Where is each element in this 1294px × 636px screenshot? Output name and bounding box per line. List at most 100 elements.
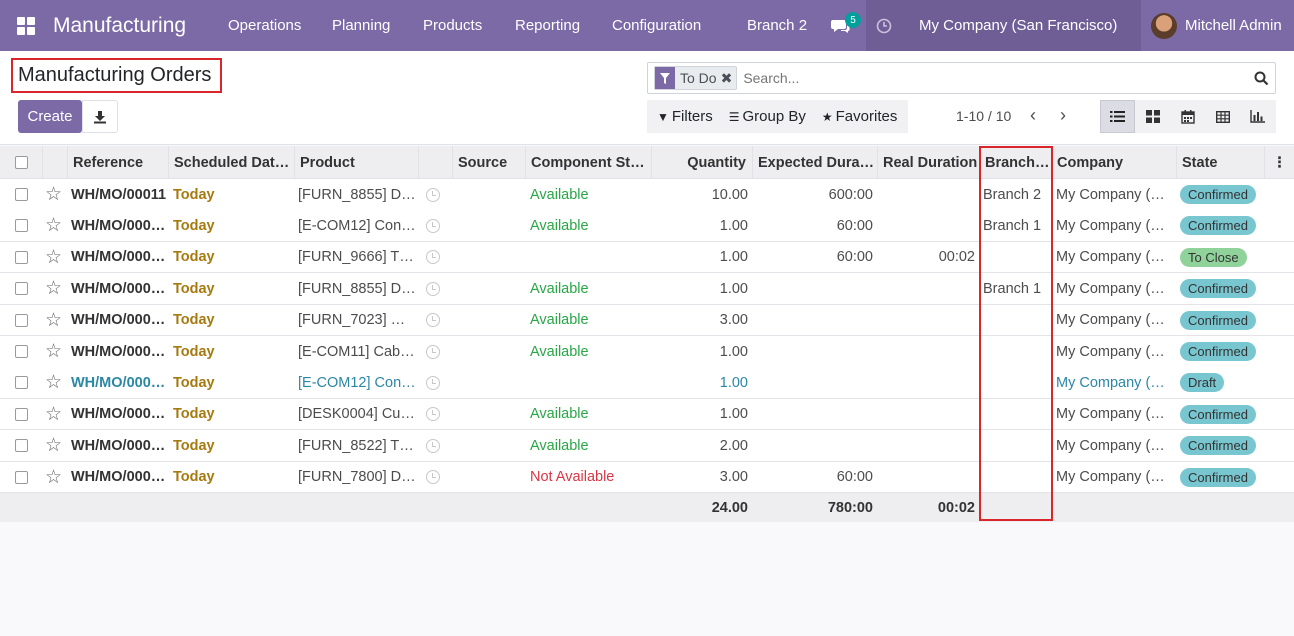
company-switcher[interactable]: My Company (San Francisco) <box>901 0 1141 51</box>
group-by-button[interactable]: ☰ Group By <box>719 108 812 125</box>
row-source <box>457 273 523 304</box>
table-row[interactable]: ☆ WH/MO/000… Today [FURN_8855] D… Available 1… <box>0 273 1294 305</box>
row-scheduled-date: Today <box>173 437 215 454</box>
graph-view-icon[interactable] <box>1240 100 1275 133</box>
activity-clock-icon[interactable] <box>426 210 446 241</box>
favorites-button[interactable]: ★ Favorites <box>812 108 903 125</box>
row-checkbox[interactable] <box>0 367 43 398</box>
table-row[interactable]: ☆ WH/MO/000… Today [E-COM11] Cab… Available 1… <box>0 336 1294 368</box>
filters-button[interactable]: ▼ Filters <box>647 108 719 125</box>
column-real-duration[interactable]: Real Duration <box>878 146 980 179</box>
search-icon[interactable] <box>1247 71 1275 86</box>
list-view-icon[interactable] <box>1100 100 1135 133</box>
menu-configuration[interactable]: Configuration <box>612 0 701 51</box>
star-icon[interactable]: ☆ <box>45 179 67 210</box>
menu-planning[interactable]: Planning <box>332 0 390 51</box>
table-row[interactable]: ☆ WH/MO/000… Today [E-COM12] Con… 1.00 My Com… <box>0 367 1294 399</box>
activity-clock-icon[interactable] <box>426 367 446 398</box>
search-input[interactable] <box>743 70 1247 86</box>
facet-close-icon[interactable]: ✖ <box>721 70 737 87</box>
select-all-checkbox[interactable] <box>0 146 43 179</box>
table-row[interactable]: ☆ WH/MO/00011 Today [FURN_8855] D… Available… <box>0 179 1294 211</box>
pager-value[interactable]: 1-10 / 10 <box>956 108 1011 124</box>
star-icon[interactable]: ☆ <box>45 430 67 461</box>
kanban-view-icon[interactable] <box>1135 100 1170 133</box>
star-icon[interactable]: ☆ <box>45 273 67 304</box>
status-badge: Confirmed <box>1180 279 1256 299</box>
activity-clock-icon[interactable] <box>426 399 446 430</box>
row-checkbox[interactable] <box>0 336 43 367</box>
row-component-status: Available <box>530 280 589 297</box>
row-real-duration <box>878 179 975 210</box>
column-company[interactable]: Company <box>1052 146 1177 179</box>
row-expected-duration: 600:00 <box>828 186 873 203</box>
row-reference: WH/MO/00011 <box>71 186 167 203</box>
row-branch: Branch 2 <box>983 186 1042 203</box>
branch-switcher[interactable]: Branch 2 <box>747 0 807 51</box>
row-state: Confirmed <box>1180 336 1264 367</box>
star-icon[interactable]: ☆ <box>45 210 67 241</box>
activity-clock-icon[interactable] <box>426 430 446 461</box>
activity-clock-icon[interactable] <box>426 305 446 336</box>
row-company: My Company (… <box>1056 280 1165 297</box>
app-title[interactable]: Manufacturing <box>53 0 186 51</box>
row-checkbox[interactable] <box>0 430 43 461</box>
row-expected-duration <box>753 273 873 304</box>
row-scheduled-date: Today <box>173 217 215 234</box>
column-source[interactable]: Source <box>453 146 526 179</box>
star-icon[interactable]: ☆ <box>45 399 67 430</box>
row-source <box>457 336 523 367</box>
chevron-left-icon[interactable]: ‹ <box>1030 105 1036 126</box>
row-scheduled-date: Today <box>173 186 215 203</box>
row-reference: WH/MO/000… <box>71 280 166 297</box>
star-icon[interactable]: ☆ <box>45 367 67 398</box>
menu-reporting[interactable]: Reporting <box>515 0 580 51</box>
row-checkbox[interactable] <box>0 242 43 273</box>
column-scheduled-date[interactable]: Scheduled Dat… <box>169 146 295 179</box>
calendar-view-icon[interactable] <box>1170 100 1205 133</box>
row-checkbox[interactable] <box>0 305 43 336</box>
activity-clock-icon[interactable] <box>866 0 901 51</box>
column-product[interactable]: Product <box>295 146 419 179</box>
menu-operations[interactable]: Operations <box>228 0 301 51</box>
column-reference[interactable]: Reference <box>68 146 169 179</box>
user-menu[interactable]: Mitchell Admin <box>1141 0 1294 51</box>
column-branch[interactable]: Branch… <box>980 146 1052 179</box>
column-quantity[interactable]: Quantity <box>652 146 753 179</box>
favorites-label: Favorites <box>835 108 898 125</box>
row-checkbox[interactable] <box>0 210 43 241</box>
table-row[interactable]: ☆ WH/MO/000… Today [FURN_7800] D… Not Availa… <box>0 461 1294 494</box>
apps-menu-icon[interactable] <box>17 0 37 51</box>
download-button[interactable] <box>82 100 118 133</box>
table-row[interactable]: ☆ WH/MO/000… Today [E-COM12] Con… Available 1… <box>0 210 1294 242</box>
star-icon[interactable]: ☆ <box>45 305 67 336</box>
create-button[interactable]: Create <box>18 100 82 133</box>
column-expected-duration[interactable]: Expected Dura… <box>753 146 878 179</box>
table-row[interactable]: ☆ WH/MO/000… Today [FURN_9666] T… 1.00 60:00 0… <box>0 241 1294 274</box>
table-row[interactable]: ☆ WH/MO/000… Today [FURN_7023] … Available 3.… <box>0 304 1294 337</box>
row-component-status: Available <box>530 343 589 360</box>
row-branch <box>983 430 1049 461</box>
optional-columns-icon[interactable]: ⋮ <box>1265 146 1294 179</box>
pivot-view-icon[interactable] <box>1205 100 1240 133</box>
row-component-status: Not Available <box>530 469 615 486</box>
row-checkbox[interactable] <box>0 273 43 304</box>
column-state[interactable]: State <box>1177 146 1265 179</box>
table-row[interactable]: ☆ WH/MO/000… Today [FURN_8522] T… Available 2… <box>0 430 1294 462</box>
chevron-right-icon[interactable]: › <box>1060 105 1066 126</box>
activity-clock-icon[interactable] <box>426 273 446 304</box>
row-checkbox[interactable] <box>0 179 43 210</box>
star-icon[interactable]: ☆ <box>45 242 67 273</box>
menu-products[interactable]: Products <box>423 0 482 51</box>
row-checkbox[interactable] <box>0 462 43 493</box>
activity-clock-icon[interactable] <box>426 242 446 273</box>
activity-clock-icon[interactable] <box>426 336 446 367</box>
row-checkbox[interactable] <box>0 399 43 430</box>
star-icon[interactable]: ☆ <box>45 336 67 367</box>
activity-clock-icon[interactable] <box>426 179 446 210</box>
star-icon[interactable]: ☆ <box>45 462 67 493</box>
column-component-status[interactable]: Component St… <box>526 146 652 179</box>
table-row[interactable]: ☆ WH/MO/000… Today [DESK0004] Cu… Available 1… <box>0 398 1294 431</box>
row-quantity: 1.00 <box>719 343 748 360</box>
activity-clock-icon[interactable] <box>426 462 446 493</box>
